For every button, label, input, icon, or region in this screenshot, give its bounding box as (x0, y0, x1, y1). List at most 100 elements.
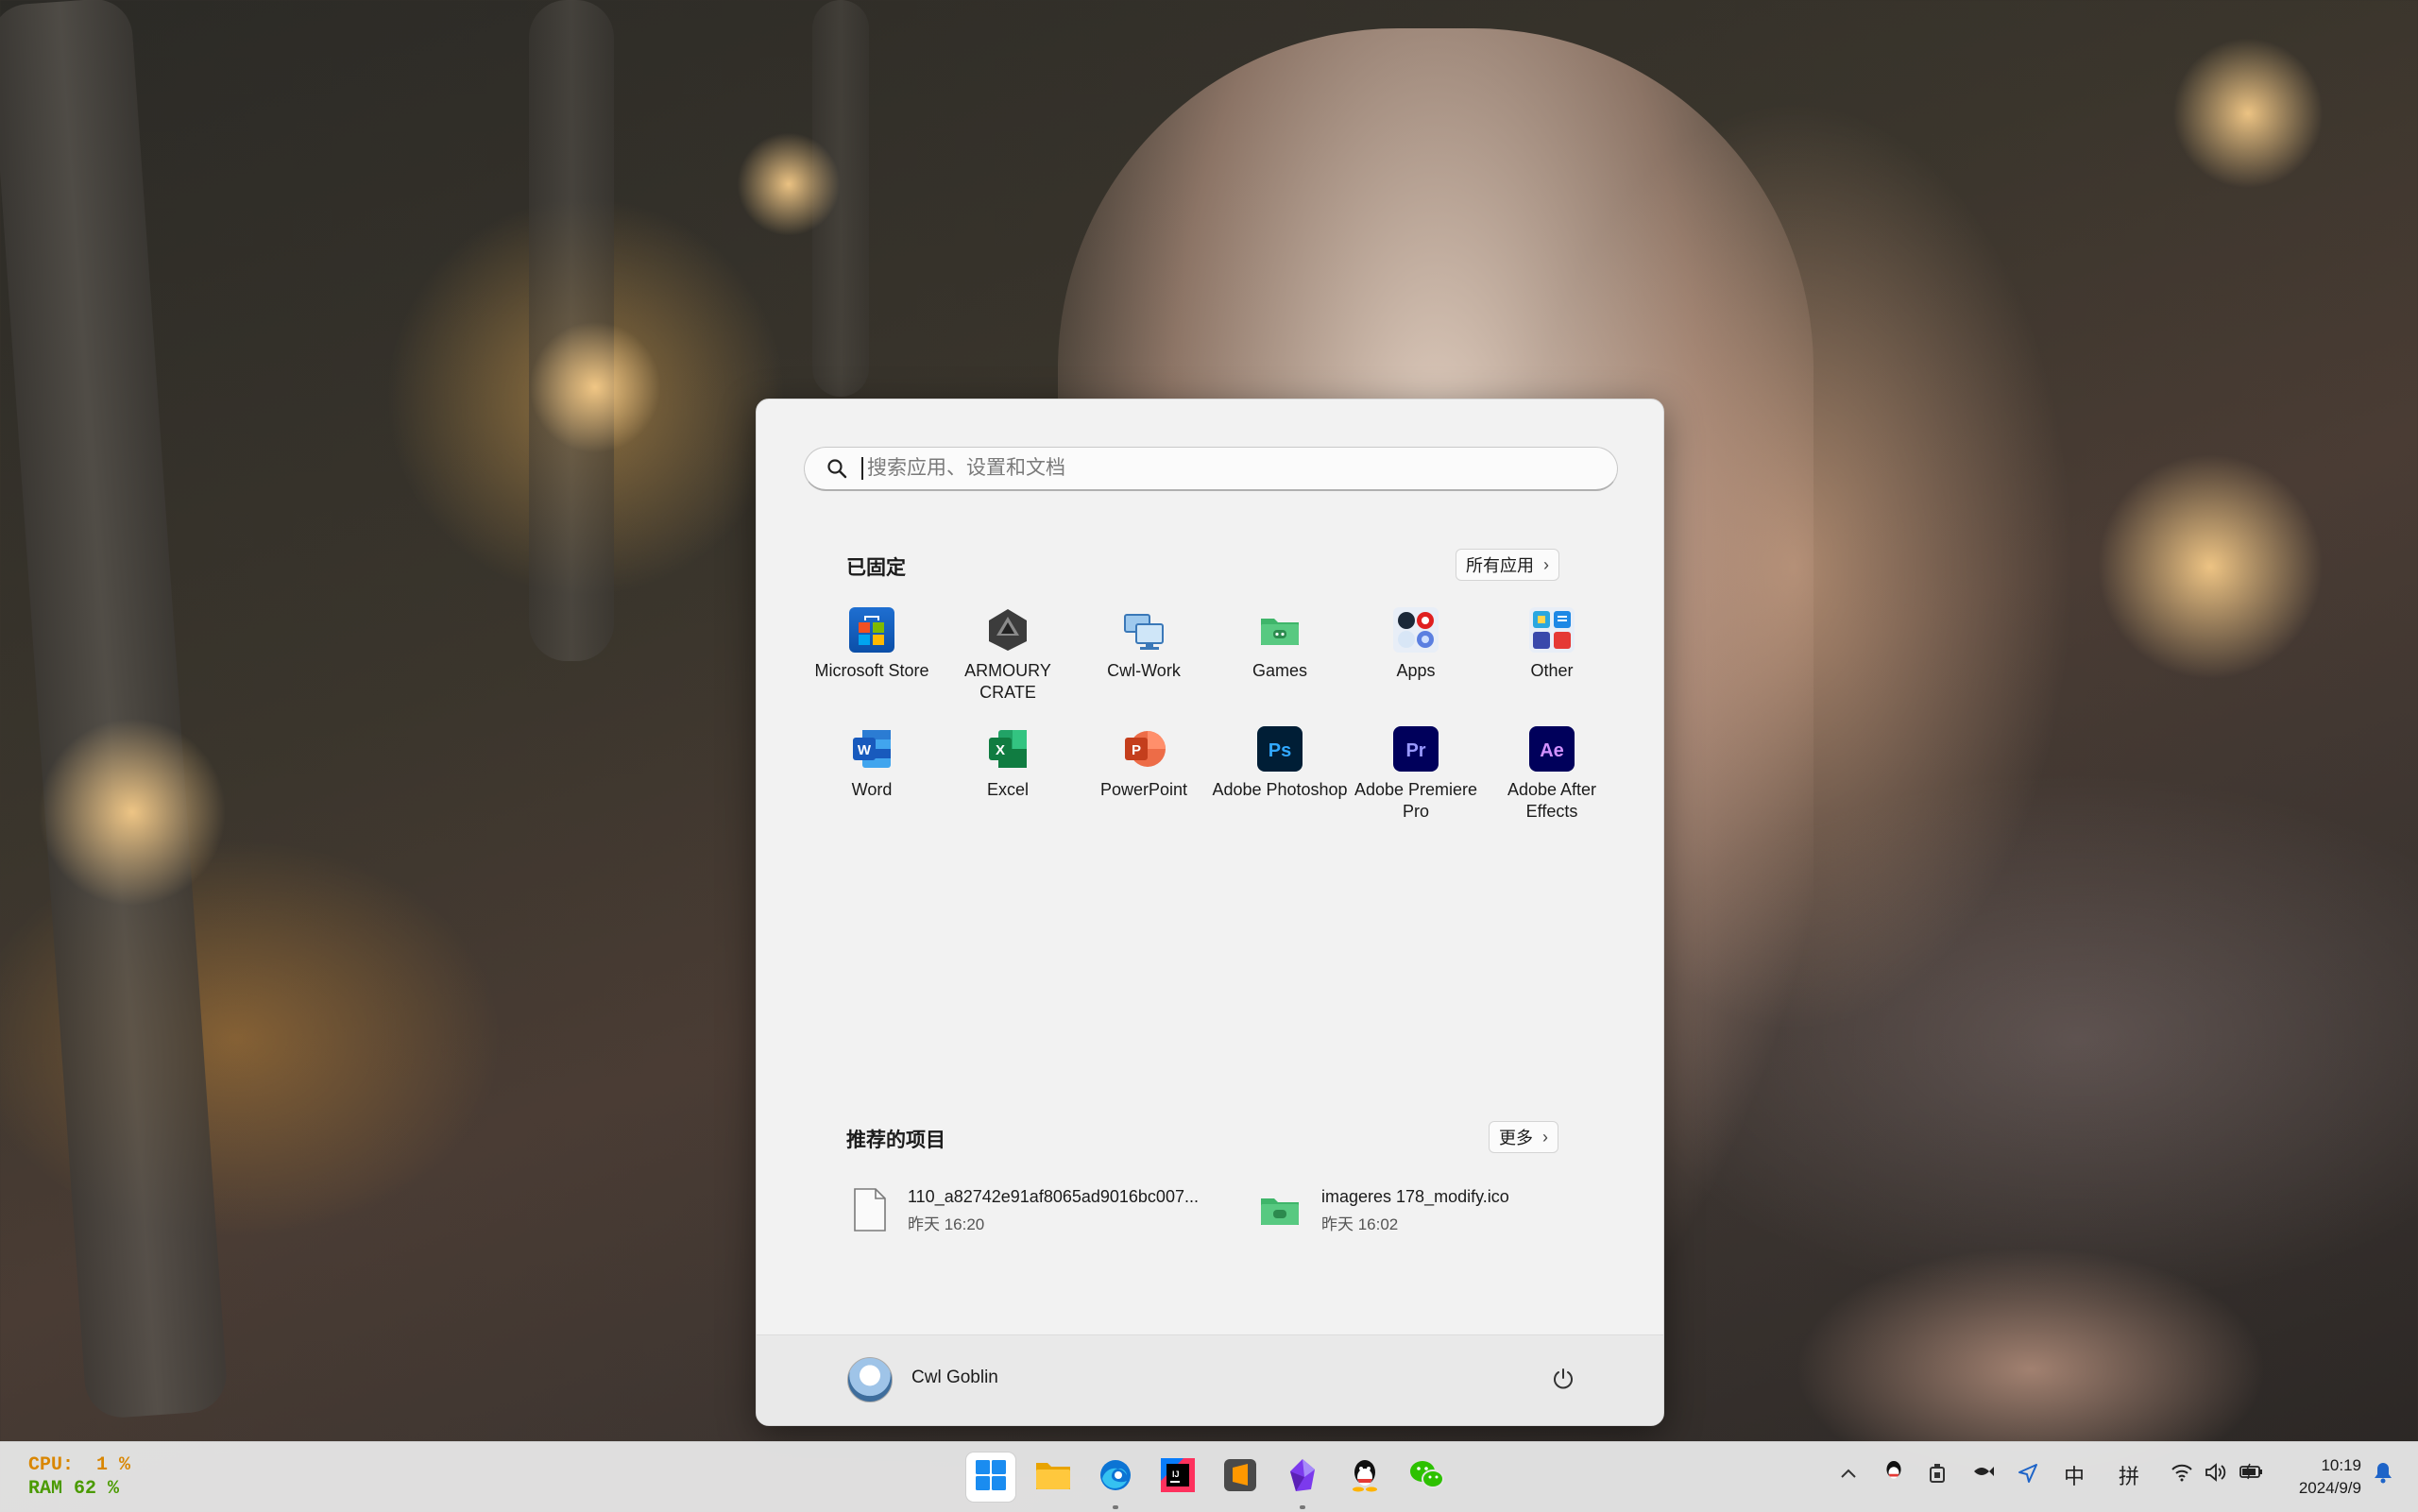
all-apps-button[interactable]: 所有应用 › (1456, 549, 1559, 581)
apps-folder-icon (1393, 607, 1439, 653)
taskbar-start-button[interactable] (966, 1453, 1015, 1502)
search-box[interactable] (804, 447, 1618, 491)
wifi-icon (2171, 1463, 2193, 1487)
cpu-value: 1 % (96, 1454, 131, 1476)
taskbar-edge[interactable] (1091, 1453, 1140, 1509)
tray-network[interactable] (2171, 1463, 2193, 1487)
pinned-app-other[interactable]: Other (1484, 607, 1620, 682)
recommended-item[interactable]: imageres 178_modify.ico 昨天 16:02 (1257, 1187, 1509, 1237)
armoury-crate-icon (985, 607, 1030, 653)
recommended-item-time: 昨天 16:20 (908, 1215, 985, 1233)
taskbar: CPU: 1 % RAM 62 % IJ 中 拼 10:19 2024/9/9 (0, 1441, 2418, 1512)
edge-icon (1098, 1458, 1132, 1497)
show-hidden-icons-button[interactable] (1840, 1463, 1857, 1485)
qq-icon (1350, 1458, 1380, 1497)
pinned-app-excel[interactable]: X Excel (940, 726, 1076, 801)
svg-text:X: X (996, 742, 1005, 758)
svg-text:Ps: Ps (1269, 740, 1291, 761)
pinned-app-powerpoint[interactable]: P PowerPoint (1076, 726, 1212, 801)
device-icon (1929, 1463, 1946, 1489)
obsidian-icon (1287, 1458, 1318, 1497)
microsoft-store-icon (849, 607, 894, 653)
pinned-app-games[interactable]: Games (1212, 607, 1348, 682)
pinned-app-cwl-work[interactable]: Cwl-Work (1076, 607, 1212, 682)
pinned-app-label: Adobe Photoshop (1212, 780, 1348, 799)
notification-button[interactable] (2373, 1461, 2393, 1489)
recommended-item-time: 昨天 16:02 (1321, 1215, 1399, 1233)
start-menu-footer: Cwl Goblin (757, 1334, 1663, 1425)
ime-name-indicator[interactable]: 拼 (2119, 1460, 2139, 1490)
green-folder-icon (1257, 1187, 1303, 1237)
ime-mode-indicator[interactable]: 中 (2064, 1460, 2085, 1490)
pinned-app-label: Cwl-Work (1107, 661, 1181, 680)
all-apps-label: 所有应用 (1466, 556, 1534, 575)
fish-icon (1972, 1463, 1995, 1485)
tray-qq[interactable] (1883, 1459, 1904, 1489)
pinned-app-label: PowerPoint (1099, 780, 1188, 799)
pinned-app-apps[interactable]: Apps (1348, 607, 1484, 682)
search-icon (818, 458, 856, 479)
speaker-icon (2205, 1463, 2227, 1487)
running-indicator (1300, 1505, 1305, 1509)
after-effects-icon: Ae (1529, 726, 1575, 772)
location-arrow-icon (2018, 1463, 2038, 1489)
tray-battery[interactable] (2239, 1463, 2265, 1486)
excel-icon: X (985, 726, 1030, 772)
pinned-app-label: Games (1252, 661, 1308, 680)
pinned-app-label: Apps (1396, 661, 1436, 680)
user-name[interactable]: Cwl Goblin (911, 1368, 998, 1388)
pinned-app-premiere-pro[interactable]: Pr Adobe Premiere Pro (1348, 726, 1484, 823)
pinned-app-photoshop[interactable]: Ps Adobe Photoshop (1212, 726, 1348, 801)
chevron-right-icon: › (1543, 554, 1549, 574)
search-input[interactable] (865, 456, 1587, 481)
qq-icon (1883, 1459, 1904, 1489)
power-button[interactable] (1546, 1364, 1580, 1398)
text-cursor (861, 457, 863, 480)
powerpoint-icon: P (1121, 726, 1166, 772)
pinned-app-label: ARMOURY CRATE (964, 661, 1051, 702)
svg-text:P: P (1132, 742, 1141, 758)
windows-start-icon (975, 1459, 1007, 1496)
computer-folder-icon (1121, 607, 1166, 653)
sublime-text-icon (1223, 1458, 1257, 1497)
svg-text:IJ: IJ (1172, 1470, 1180, 1479)
taskbar-qq[interactable] (1340, 1453, 1389, 1502)
svg-text:W: W (858, 742, 872, 758)
ram-label: RAM (28, 1478, 63, 1500)
taskbar-sublime-text[interactable] (1216, 1453, 1265, 1502)
pinned-app-word[interactable]: W Word (804, 726, 940, 801)
chevron-up-icon (1840, 1463, 1857, 1485)
recommended-item-name: imageres 178_modify.ico (1321, 1187, 1509, 1206)
pinned-app-microsoft-store[interactable]: Microsoft Store (804, 607, 940, 682)
performance-monitor: CPU: 1 % RAM 62 % (28, 1453, 130, 1501)
taskbar-clock[interactable]: 10:19 2024/9/9 (2276, 1454, 2361, 1500)
running-indicator (1113, 1505, 1118, 1509)
pinned-app-label: Microsoft Store (814, 661, 929, 680)
avatar[interactable] (847, 1357, 893, 1402)
pinned-app-label: Other (1530, 661, 1574, 680)
file-icon (851, 1187, 889, 1237)
taskbar-wechat[interactable] (1403, 1453, 1452, 1502)
tray-app[interactable] (1972, 1463, 1995, 1485)
battery-charging-icon (2239, 1463, 2265, 1486)
pinned-title: 已固定 (846, 557, 906, 579)
pinned-app-after-effects[interactable]: Ae Adobe After Effects (1484, 726, 1620, 823)
more-button[interactable]: 更多 › (1489, 1121, 1558, 1153)
tray-device[interactable] (1929, 1463, 1946, 1489)
taskbar-intellij[interactable]: IJ (1153, 1453, 1202, 1502)
pinned-app-label: Word (851, 780, 893, 799)
chevron-right-icon: › (1542, 1127, 1548, 1147)
tray-volume[interactable] (2205, 1463, 2227, 1487)
pinned-app-armoury-crate[interactable]: ARMOURY CRATE (940, 607, 1076, 704)
file-explorer-icon (1035, 1459, 1071, 1496)
taskbar-obsidian[interactable] (1278, 1453, 1327, 1509)
word-icon: W (849, 726, 894, 772)
pinned-app-label: Adobe Premiere Pro (1354, 780, 1478, 821)
tray-location[interactable] (2018, 1463, 2038, 1489)
taskbar-file-explorer[interactable] (1029, 1453, 1078, 1502)
svg-text:Pr: Pr (1405, 740, 1425, 761)
bell-icon (2373, 1461, 2393, 1489)
recommended-item[interactable]: 110_a82742e91af8065ad9016bc007... 昨天 16:… (851, 1187, 1199, 1237)
cpu-label: CPU: (28, 1454, 75, 1476)
more-label: 更多 (1499, 1129, 1533, 1147)
